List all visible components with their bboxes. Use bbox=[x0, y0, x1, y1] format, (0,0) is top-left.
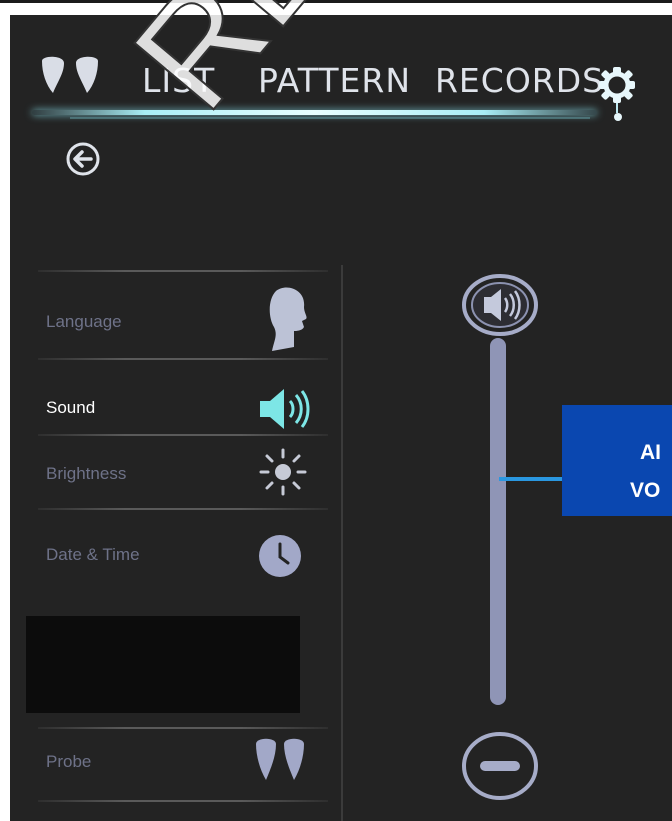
setting-label: Date & Time bbox=[46, 545, 140, 564]
probe-footprints-icon bbox=[252, 738, 308, 782]
tab-pattern[interactable]: PATTERN bbox=[258, 61, 411, 100]
settings-divider bbox=[38, 727, 328, 729]
speaker-icon bbox=[258, 387, 310, 431]
callout-line-2: VO bbox=[630, 479, 661, 502]
callout-line-1: AI bbox=[640, 441, 661, 464]
blank-panel bbox=[26, 616, 300, 713]
settings-divider bbox=[38, 358, 328, 360]
clock-icon bbox=[257, 533, 303, 579]
back-button[interactable] bbox=[65, 141, 101, 177]
nav-underline-shadow bbox=[70, 117, 590, 119]
probe-logo-icon bbox=[36, 55, 106, 97]
setting-label: Brightness bbox=[46, 464, 127, 483]
top-border bbox=[0, 0, 672, 3]
settings-divider bbox=[38, 270, 328, 272]
nav-underline bbox=[32, 110, 597, 115]
tab-list[interactable]: LIST bbox=[142, 61, 215, 100]
volume-up-button[interactable] bbox=[460, 273, 540, 337]
gear-icon[interactable] bbox=[596, 67, 638, 129]
minus-icon bbox=[462, 732, 538, 800]
tab-records[interactable]: RECORDS bbox=[435, 61, 604, 100]
head-profile-icon bbox=[266, 285, 310, 355]
setting-label: Probe bbox=[46, 752, 92, 771]
vertical-divider bbox=[341, 265, 343, 821]
setting-label: Sound bbox=[46, 398, 96, 417]
volume-slider-track[interactable] bbox=[490, 338, 506, 705]
settings-divider bbox=[38, 434, 328, 436]
annotation-callout: AI VO bbox=[562, 405, 672, 516]
settings-divider bbox=[38, 800, 328, 802]
settings-divider bbox=[38, 508, 328, 510]
volume-down-button[interactable] bbox=[460, 730, 540, 802]
sun-icon bbox=[258, 447, 308, 497]
setting-label: Language bbox=[46, 312, 122, 331]
back-arrow-icon bbox=[66, 142, 100, 176]
